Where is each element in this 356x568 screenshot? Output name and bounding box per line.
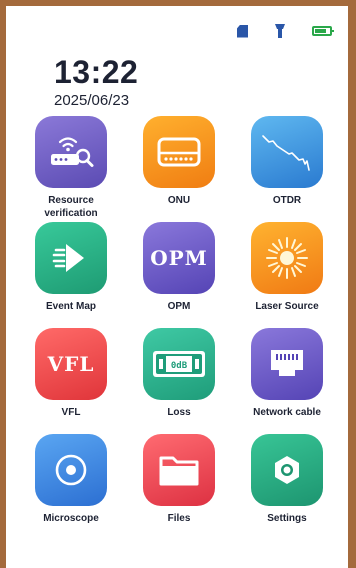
microscope-tile[interactable] [35, 434, 107, 506]
onu-tile[interactable] [143, 116, 215, 188]
vfl-tile[interactable]: VFL [35, 328, 107, 400]
app-label: Files [167, 513, 191, 524]
app-otdr[interactable]: OTDR [237, 116, 337, 207]
app-label: OTDR [272, 195, 302, 206]
otdr-trace-icon [262, 135, 310, 171]
app-laser-source[interactable]: Laser Source [237, 222, 337, 313]
router-search-icon [51, 137, 94, 167]
files-tile[interactable] [143, 434, 215, 506]
laser-burst-icon [266, 237, 308, 279]
resource-verification-tile[interactable] [35, 116, 107, 188]
event-map-icon [52, 244, 84, 272]
app-label: Microscope [43, 513, 99, 524]
opm-text-icon: OPM [150, 246, 208, 270]
app-settings[interactable]: Settings [237, 434, 337, 525]
loss-reading: 0dB [171, 361, 188, 371]
app-label: Resource verification [44, 195, 98, 219]
otdr-tile[interactable] [251, 116, 323, 188]
opm-tile[interactable]: OPM [143, 222, 215, 294]
device-bezel-left [0, 0, 6, 568]
sd-card-icon [237, 24, 248, 38]
app-opm[interactable]: OPM OPM [129, 222, 229, 313]
app-label: Event Map [45, 301, 96, 312]
app-vfl[interactable]: VFL VFL [21, 328, 121, 419]
app-event-map[interactable]: Event Map [21, 222, 121, 313]
app-loss[interactable]: 0dB Loss [129, 328, 229, 419]
app-files[interactable]: Files [129, 434, 229, 525]
home-screen: 13:22 2025/06/23 Resource verification O… [16, 10, 342, 568]
flashlight-icon [274, 23, 286, 39]
clock-date: 2025/06/23 [54, 92, 130, 109]
device-frame: 13:22 2025/06/23 Resource verification O… [0, 0, 356, 568]
loss-tile[interactable]: 0dB [143, 328, 215, 400]
app-microscope[interactable]: Microscope [21, 434, 121, 525]
ethernet-port-icon [271, 350, 303, 376]
loss-meter-icon: 0dB [153, 351, 205, 377]
app-label: Settings [267, 513, 307, 524]
app-label: Laser Source [255, 301, 319, 312]
onu-device-icon [157, 137, 201, 167]
app-label: VFL [61, 407, 81, 418]
status-bar [237, 22, 334, 40]
battery-icon [312, 26, 334, 36]
device-bezel-top [0, 0, 356, 6]
app-resource-verification[interactable]: Resource verification [21, 116, 121, 220]
gear-icon [275, 456, 299, 484]
event-map-tile[interactable] [35, 222, 107, 294]
microscope-target-icon [55, 454, 87, 486]
device-bezel-right [348, 0, 356, 568]
laser-source-tile[interactable] [251, 222, 323, 294]
app-label: ONU [167, 195, 191, 206]
vfl-text-icon: VFL [47, 352, 95, 376]
settings-tile[interactable] [251, 434, 323, 506]
app-network-cable[interactable]: Network cable [237, 328, 337, 419]
app-label: OPM [167, 301, 191, 312]
network-cable-tile[interactable] [251, 328, 323, 400]
folder-icon [159, 456, 199, 486]
app-onu[interactable]: ONU [129, 116, 229, 207]
clock-time: 13:22 [54, 54, 139, 90]
app-label: Loss [167, 407, 191, 418]
app-label: Network cable [253, 407, 321, 418]
